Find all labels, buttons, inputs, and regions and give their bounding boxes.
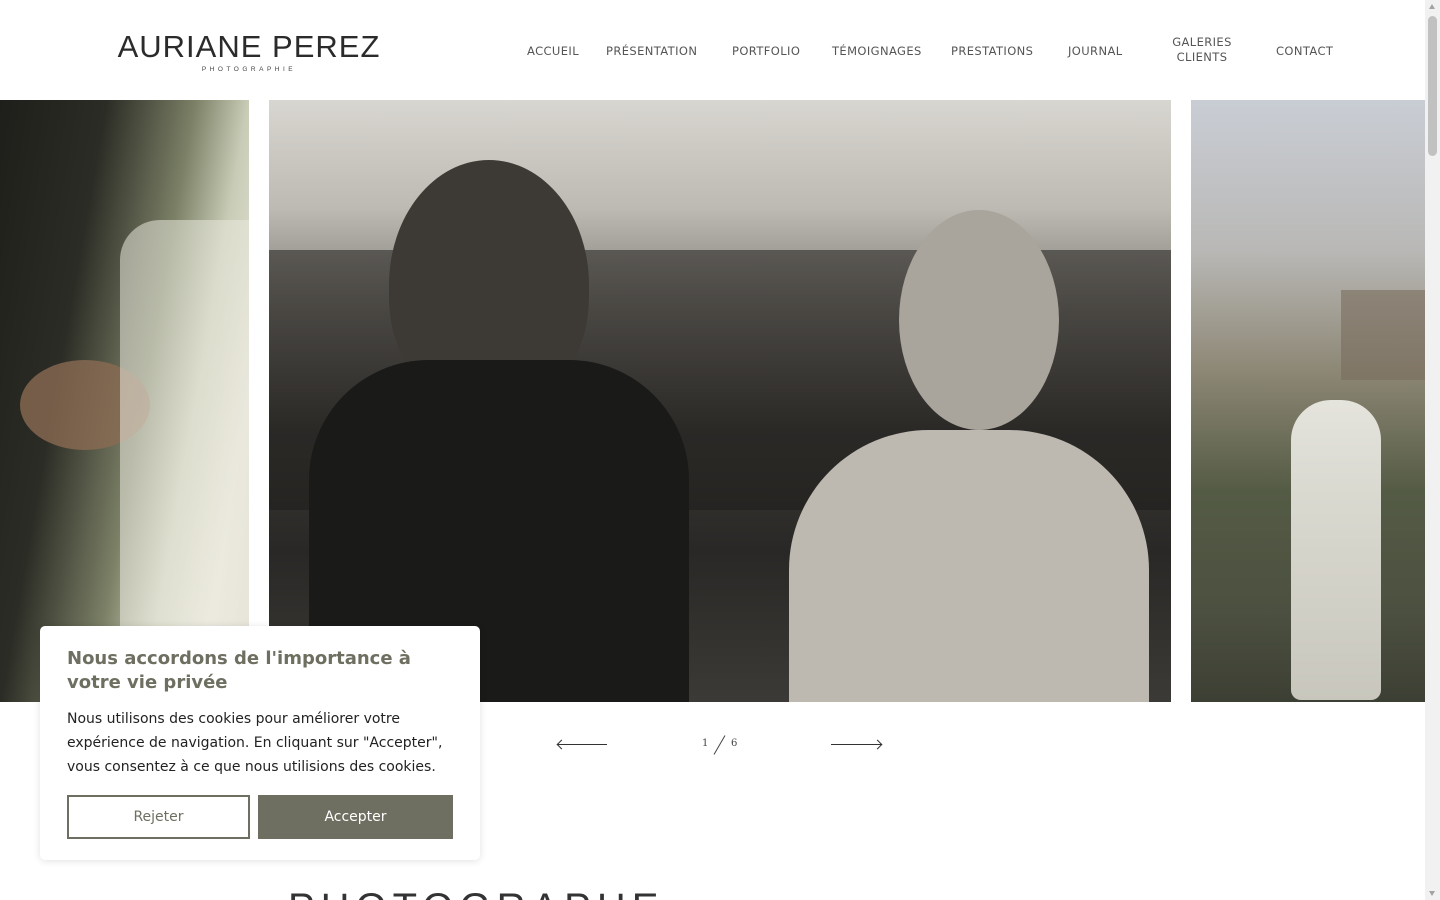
scroll-thumb[interactable] <box>1428 16 1437 156</box>
cookie-banner: Nous accordons de l'importance à votre v… <box>40 626 480 860</box>
slide-counter: 1 6 <box>700 734 740 756</box>
nav-item-journal[interactable]: JOURNAL <box>1068 44 1123 58</box>
nav-item-accueil[interactable]: ACCUEIL <box>527 44 579 58</box>
cookie-text: Nous utilisons des cookies pour améliore… <box>67 711 443 775</box>
nav-item-prestations[interactable]: PRESTATIONS <box>951 44 1033 58</box>
slide-total: 6 <box>731 738 738 749</box>
slide-photo-bride-dress[interactable] <box>0 100 249 702</box>
accept-cookies-button[interactable]: Accepter <box>258 795 453 839</box>
nav-item-portfolio[interactable]: PORTFOLIO <box>732 44 800 58</box>
photo-slider <box>0 100 1425 702</box>
page-scrollbar[interactable] <box>1425 0 1440 900</box>
slash-divider <box>713 735 726 755</box>
nav-item-galeries-clients[interactable]: GALERIES CLIENTS <box>1167 35 1237 65</box>
reject-cookies-button[interactable]: Rejeter <box>67 795 250 839</box>
scroll-down-icon[interactable] <box>1429 891 1435 896</box>
slide-photo-bride-garden[interactable] <box>1191 100 1425 702</box>
cookie-title: Nous accordons de l'importance à votre v… <box>67 648 411 693</box>
scroll-up-icon[interactable] <box>1429 4 1435 9</box>
slider-prev-button[interactable] <box>556 737 609 751</box>
nav-item-presentation[interactable]: PRÉSENTATION <box>606 44 697 58</box>
slider-next-button[interactable] <box>831 737 883 751</box>
main-nav: ACCUEIL PRÉSENTATION PORTFOLIO TÉMOIGNAG… <box>0 0 1425 100</box>
slide-photo-couple-car[interactable] <box>269 100 1171 702</box>
nav-item-contact[interactable]: CONTACT <box>1276 44 1333 58</box>
section-heading: PHOTOGRAPHE <box>288 886 664 900</box>
slide-current: 1 <box>702 738 709 749</box>
site-header: AURIANE PEREZ PHOTOGRAPHIE ACCUEIL PRÉSE… <box>0 0 1425 100</box>
nav-item-temoignages[interactable]: TÉMOIGNAGES <box>832 44 922 58</box>
